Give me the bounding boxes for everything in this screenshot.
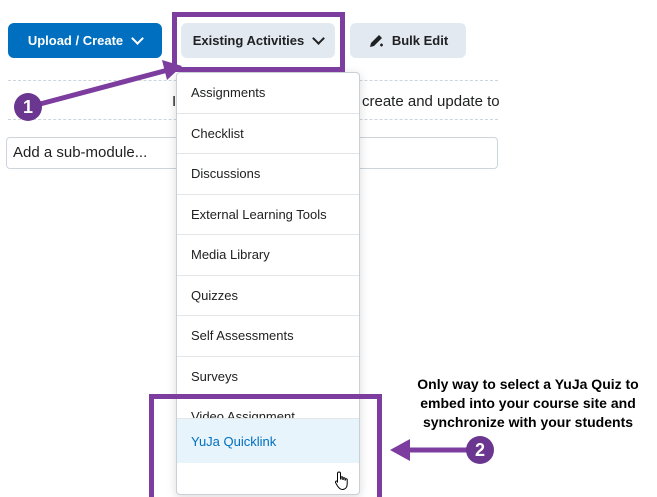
step-1-callout: 1 — [14, 93, 42, 121]
hand-pointer-icon — [334, 471, 350, 496]
annotation-note: Only way to select a YuJa Quiz to embed … — [417, 376, 639, 430]
arrow-2-head — [390, 439, 410, 461]
arrow-1 — [39, 67, 169, 107]
step-2-callout: 2 — [466, 436, 494, 464]
arrow-1-head — [162, 60, 182, 80]
